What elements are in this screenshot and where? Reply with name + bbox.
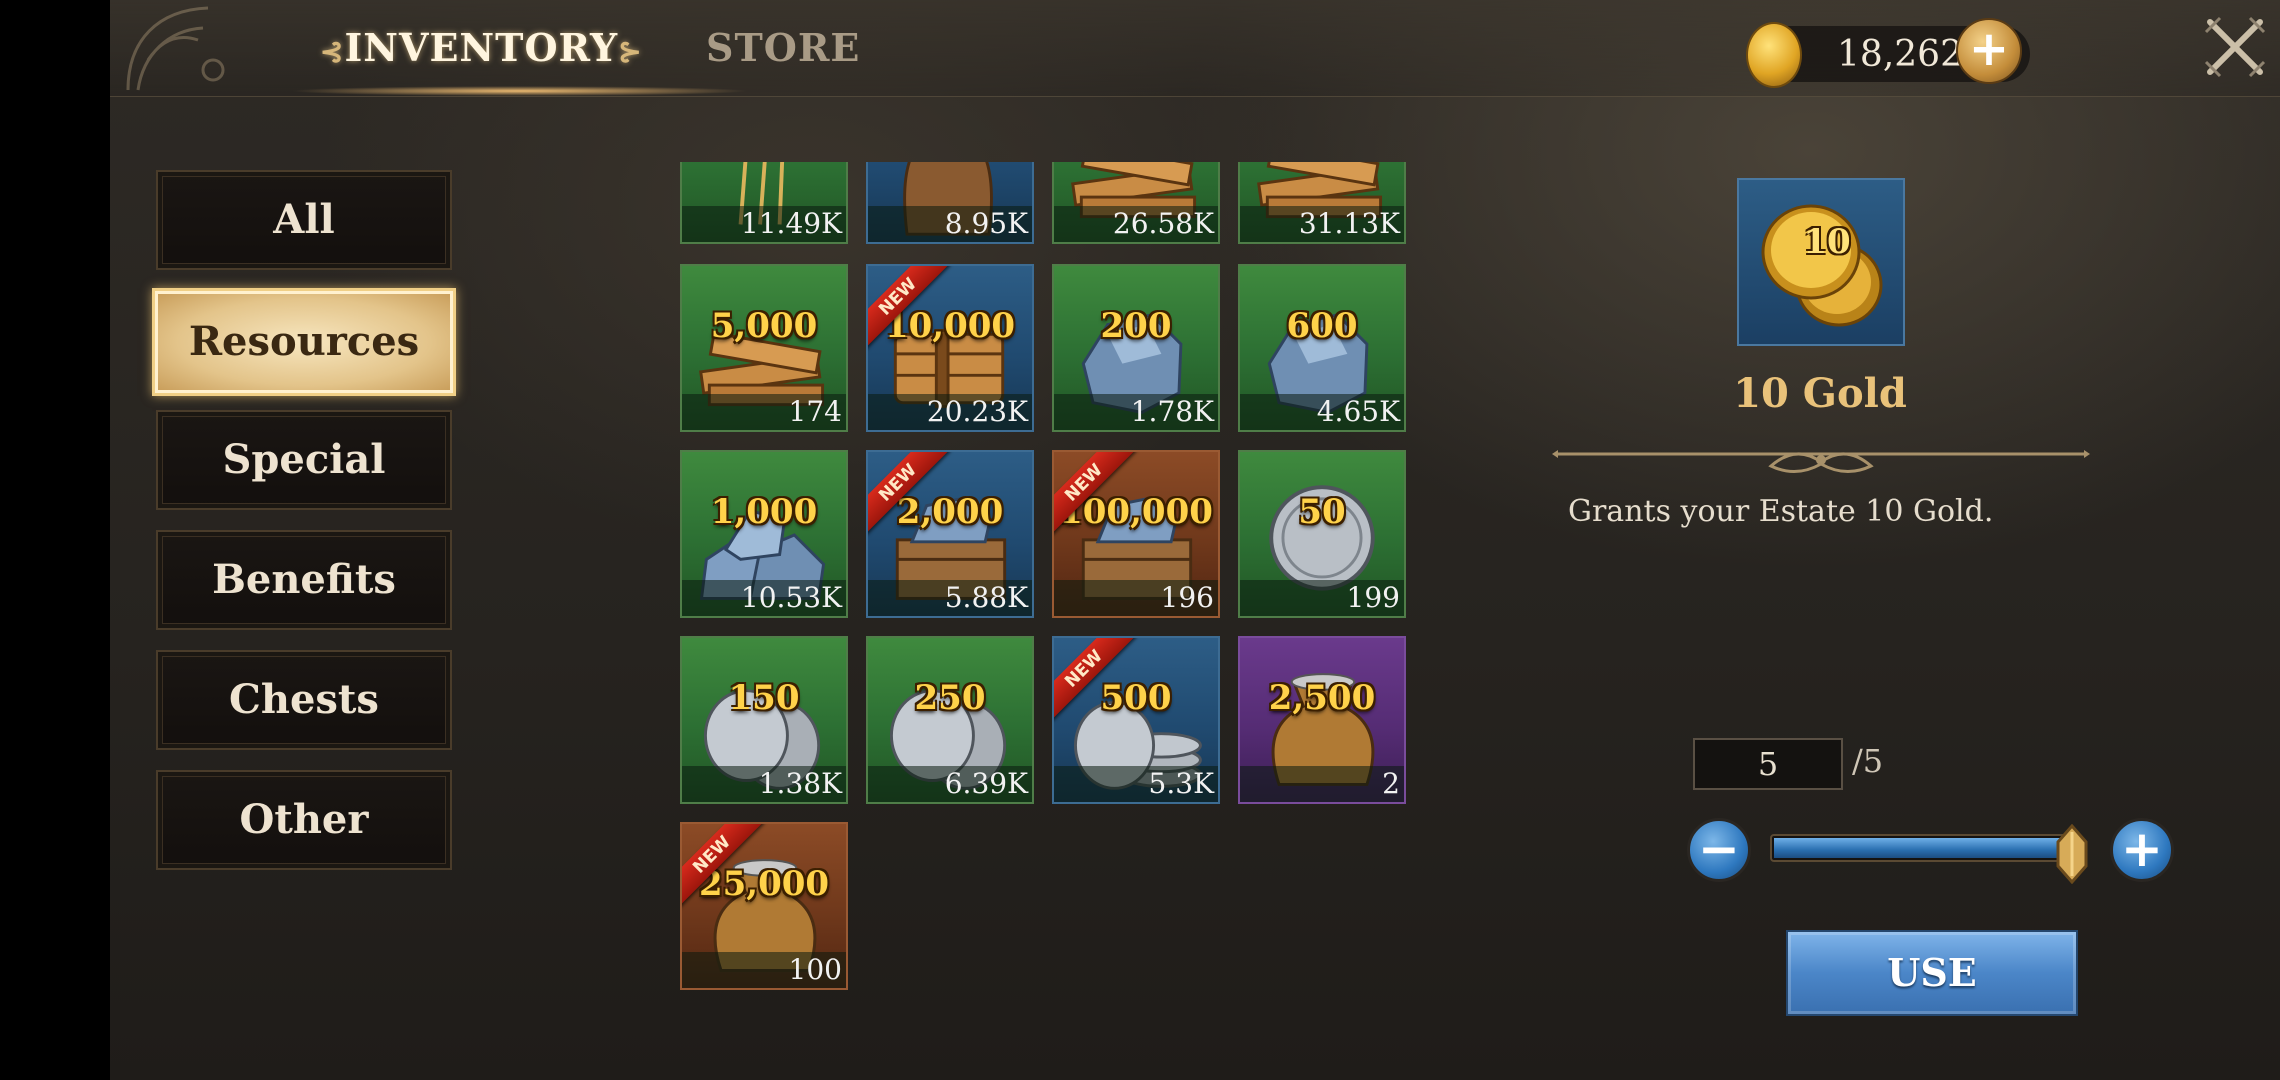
item-count: 1.38K bbox=[682, 766, 846, 802]
inventory-item[interactable]: 2,000 5.88K NEW bbox=[866, 450, 1034, 618]
item-count: 1.78K bbox=[1054, 394, 1218, 430]
plus-icon: + bbox=[1968, 21, 2010, 77]
corner-ornament-icon bbox=[126, 6, 225, 91]
tab-inventory[interactable]: ⊰INVENTORY⊱ bbox=[320, 18, 643, 78]
category-special[interactable]: Special bbox=[156, 410, 452, 510]
selected-item-icon: 10 bbox=[1737, 178, 1905, 346]
item-count: 5.88K bbox=[868, 580, 1032, 616]
inventory-item[interactable]: 10,000 20.23K NEW bbox=[866, 264, 1034, 432]
inventory-item[interactable]: 200 1.78K bbox=[1052, 264, 1220, 432]
gold-coin-icon bbox=[1746, 22, 1802, 88]
item-count: 31.13K bbox=[1240, 206, 1404, 242]
add-gold-button[interactable]: + bbox=[1956, 18, 2022, 84]
item-count: 8.95K bbox=[868, 206, 1032, 242]
item-count: 20.23K bbox=[868, 394, 1032, 430]
inventory-item[interactable]: 11.49K bbox=[680, 162, 848, 244]
item-count: 4.65K bbox=[1240, 394, 1404, 430]
category-chests[interactable]: Chests bbox=[156, 650, 452, 750]
inventory-item[interactable]: 2,500 2 bbox=[1238, 636, 1406, 804]
category-benefits[interactable]: Benefits bbox=[156, 530, 452, 630]
item-amount: 600 bbox=[1286, 306, 1358, 346]
item-count: 5.3K bbox=[1054, 766, 1218, 802]
item-amount: 150 bbox=[728, 678, 800, 718]
selected-item-title: 10 Gold bbox=[1733, 370, 1907, 417]
increase-quantity-button[interactable]: + bbox=[2110, 818, 2174, 882]
active-tab-glow bbox=[290, 86, 750, 96]
inventory-item[interactable]: 100,000 196 NEW bbox=[1052, 450, 1220, 618]
item-amount: 250 bbox=[914, 678, 986, 718]
inventory-item[interactable]: 5,000 174 bbox=[680, 264, 848, 432]
quantity-slider[interactable] bbox=[1770, 834, 2080, 862]
game-screen: ⊰INVENTORY⊱ STORE 18,262 + All Resources… bbox=[110, 0, 2280, 1080]
tab-inventory-label: INVENTORY bbox=[344, 25, 619, 70]
gold-coins-icon bbox=[1761, 204, 1883, 327]
plus-icon: + bbox=[2121, 820, 2163, 878]
item-count: 26.58K bbox=[1054, 206, 1218, 242]
category-resources[interactable]: Resources bbox=[152, 288, 456, 396]
item-count: 100 bbox=[682, 952, 846, 988]
item-count: 10.53K bbox=[682, 580, 846, 616]
inventory-item[interactable]: 600 4.65K bbox=[1238, 264, 1406, 432]
decrease-quantity-button[interactable]: − bbox=[1687, 818, 1751, 882]
item-count: 174 bbox=[682, 394, 846, 430]
item-amount: 50 bbox=[1298, 492, 1346, 532]
category-all[interactable]: All bbox=[156, 170, 452, 270]
ornamental-divider bbox=[1552, 450, 2090, 473]
inventory-item[interactable]: 150 1.38K bbox=[680, 636, 848, 804]
inventory-item[interactable]: 500 5.3K NEW bbox=[1052, 636, 1220, 804]
item-amount: 5,000 bbox=[710, 306, 818, 346]
inventory-item[interactable]: 1,000 10.53K bbox=[680, 450, 848, 618]
tab-ornament-left-icon: ⊰ bbox=[320, 35, 345, 68]
item-count: 2 bbox=[1240, 766, 1404, 802]
minus-icon: − bbox=[1698, 820, 1740, 878]
item-count: 196 bbox=[1054, 580, 1218, 616]
slider-handle[interactable] bbox=[2056, 824, 2088, 884]
item-amount: 1,000 bbox=[710, 492, 818, 532]
inventory-item[interactable]: 26.58K bbox=[1052, 162, 1220, 244]
item-count: 199 bbox=[1240, 580, 1404, 616]
item-grid[interactable]: 11.49K 8.95K 26.58K 31.13K 5,000 174 10,000 20.… bbox=[680, 162, 1530, 1002]
inventory-item[interactable]: 50 199 bbox=[1238, 450, 1406, 618]
quantity-max: /5 bbox=[1852, 742, 1884, 780]
item-count: 11.49K bbox=[682, 206, 846, 242]
item-count: 6.39K bbox=[868, 766, 1032, 802]
item-amount: 200 bbox=[1100, 306, 1172, 346]
tab-ornament-right-icon: ⊱ bbox=[618, 35, 643, 68]
inventory-item[interactable]: 25,000 100 NEW bbox=[680, 822, 848, 990]
inventory-item[interactable]: 250 6.39K bbox=[866, 636, 1034, 804]
quantity-slider-fill bbox=[1774, 838, 2080, 858]
selected-item-description: Grants your Estate 10 Gold. bbox=[1568, 494, 1994, 529]
item-amount: 2,500 bbox=[1268, 678, 1376, 718]
crossed-swords-close-icon[interactable] bbox=[2200, 12, 2270, 82]
tab-store[interactable]: STORE bbox=[706, 18, 860, 78]
category-other[interactable]: Other bbox=[156, 770, 452, 870]
quantity-input[interactable]: 5 bbox=[1693, 738, 1843, 790]
inventory-item[interactable]: 8.95K bbox=[866, 162, 1034, 244]
inventory-item[interactable]: 31.13K bbox=[1238, 162, 1406, 244]
use-button[interactable]: USE bbox=[1786, 930, 2078, 1016]
selected-item-amount: 10 bbox=[1803, 222, 1851, 262]
